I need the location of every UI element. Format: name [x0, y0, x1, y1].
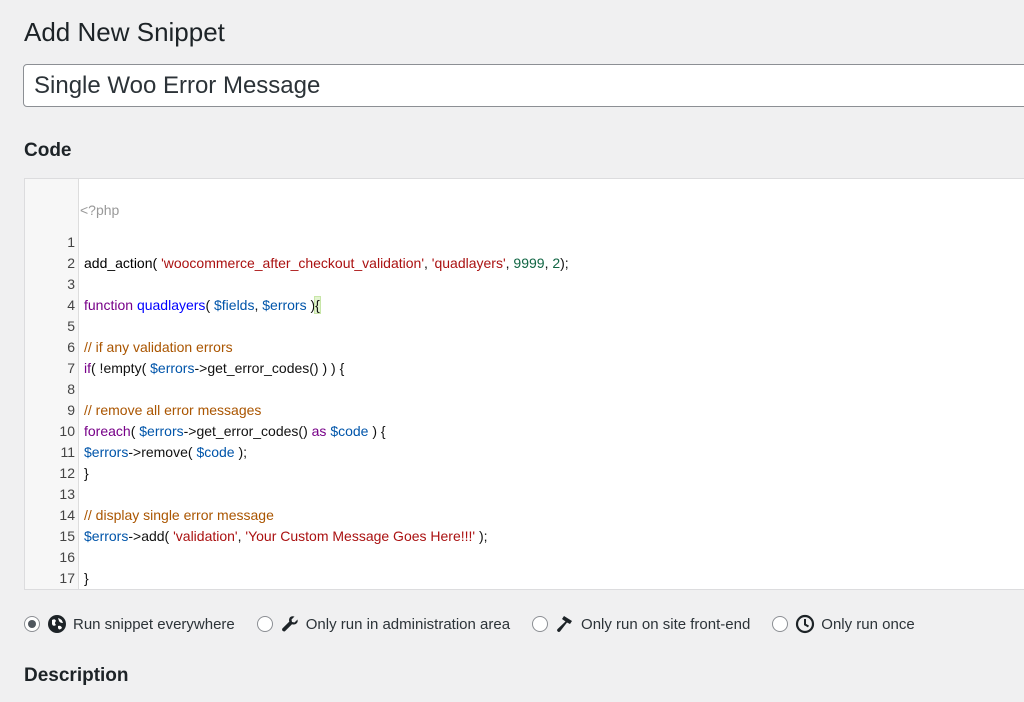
scope-radio-once[interactable] [772, 616, 789, 632]
code-line: 12 [25, 442, 1024, 481]
code-line: 1 add_action( 'woocommerce_after_checkou… [25, 211, 1024, 271]
line-number: 18 [25, 589, 75, 590]
php-open-line: <?php [25, 179, 1024, 218]
scope-option-once[interactable]: Only run once [772, 614, 915, 634]
code-line: 5 // if any validation errors [25, 295, 1024, 355]
snippet-title-input[interactable] [23, 64, 1024, 107]
clock-icon [795, 614, 815, 634]
description-heading: Description [24, 665, 129, 686]
scope-label-front-end: Only run on site front-end [581, 615, 751, 633]
scope-label-admin: Only run in administration area [305, 615, 511, 633]
code-area[interactable]: <?php 1 add_action( 'woocommerce_after_c… [25, 179, 1024, 589]
code-editor[interactable]: <?php 1 add_action( 'woocommerce_after_c… [24, 178, 1024, 590]
hammer-icon [555, 614, 575, 634]
code-line: 16 } [25, 526, 1024, 586]
page-title: Add New Snippet [24, 17, 225, 47]
scope-option-front-end[interactable]: Only run on site front-end [532, 614, 750, 634]
code-line: 17 [25, 547, 1024, 586]
code-line: 9 foreach( $errors->get_error_codes() as… [25, 379, 1024, 439]
code-line: 18 } [25, 568, 1024, 589]
code-line: 4 [25, 274, 1024, 313]
scope-option-everywhere[interactable]: Run snippet everywhere [24, 614, 235, 634]
code-line: 11 } [25, 421, 1024, 481]
code-line: 7 [25, 337, 1024, 376]
code-line: 2 [25, 232, 1024, 271]
scope-label-once: Only run once [821, 615, 915, 633]
code-heading: Code [24, 140, 72, 161]
code-line: 3 function quadlayers( $fields, $errors … [25, 253, 1024, 314]
wrench-icon [280, 614, 300, 634]
scope-radio-admin[interactable] [256, 616, 273, 632]
globe-icon [47, 614, 67, 634]
code-line: 15 [25, 505, 1024, 544]
scope-radio-everywhere[interactable] [24, 616, 40, 632]
code-line: 14 $errors->add( 'validation', 'Your Cus… [25, 484, 1024, 544]
scope-label-everywhere: Run snippet everywhere [73, 615, 235, 633]
code-line: 13 // display single error message [25, 463, 1024, 523]
code-line: 6 if( !empty( $errors->get_error_codes()… [25, 316, 1024, 376]
scope-radio-front-end[interactable] [532, 616, 549, 632]
code-line: 8 // remove all error messages [25, 358, 1024, 418]
snippet-scope-options: Run snippet everywhere Only run in admin… [24, 612, 937, 636]
code-line: 10 $errors->remove( $code ); [25, 400, 1024, 460]
scope-option-admin[interactable]: Only run in administration area [256, 614, 511, 634]
